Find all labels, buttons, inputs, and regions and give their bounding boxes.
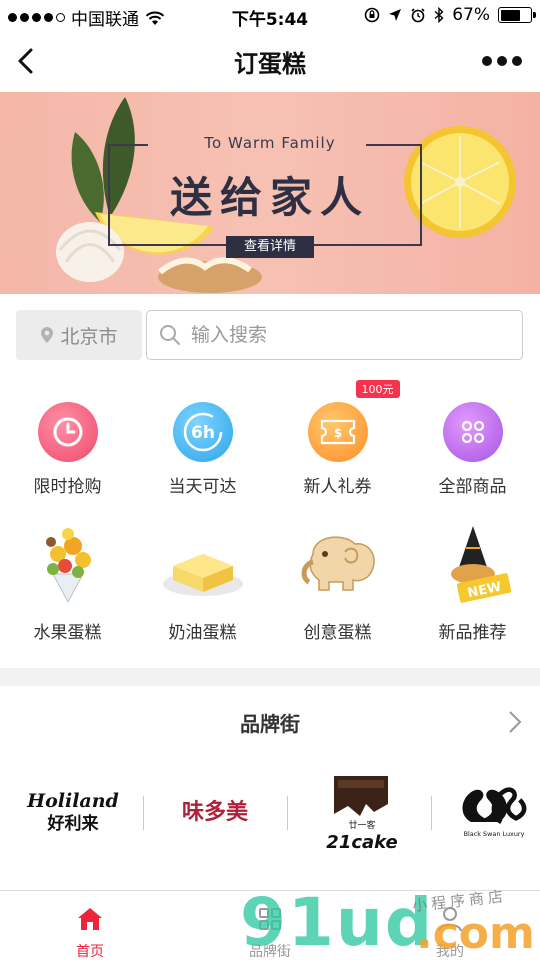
svg-text:味多美: 味多美 xyxy=(182,799,249,825)
clock-icon xyxy=(37,402,98,462)
divider xyxy=(287,796,288,830)
brand-logo-weiduomei[interactable]: 味多美 xyxy=(160,770,270,850)
coupon-badge: 100元 xyxy=(355,380,400,398)
coupon-icon: 100元 $ xyxy=(307,380,400,462)
tab-label: 首页 xyxy=(76,944,104,960)
category-flash-sale[interactable]: 限时抢购 xyxy=(0,402,135,497)
svg-text:Holiland: Holiland xyxy=(26,790,119,812)
fruit-bouquet-icon xyxy=(45,528,91,604)
brand-logo-21cake[interactable]: 廿一客 21cake xyxy=(302,766,422,856)
brand-logo-black-swan[interactable]: Black Swan Luxury xyxy=(448,770,540,850)
category-fruit-cake[interactable]: 水果蛋糕 xyxy=(0,524,135,643)
tab-mine[interactable]: 我的 xyxy=(360,891,540,960)
svg-text:21cake: 21cake xyxy=(326,832,397,853)
divider xyxy=(431,796,432,830)
brand-street-section: 品牌街 Holiland 好利来 味多美 廿一客 21cake Black Swa… xyxy=(0,686,540,890)
category-same-day[interactable]: 6h 当天可达 xyxy=(135,402,270,497)
category-label: 新品推荐 xyxy=(438,623,507,643)
category-label: 创意蛋糕 xyxy=(303,623,372,643)
6h-icon: 6h xyxy=(172,402,233,462)
category-label: 奶油蛋糕 xyxy=(168,623,237,643)
tab-label: 品牌街 xyxy=(249,944,291,960)
grid-dots-icon xyxy=(442,402,503,462)
search-box[interactable] xyxy=(146,310,523,360)
user-icon xyxy=(438,907,462,932)
category-label: 当天可达 xyxy=(168,477,237,497)
chevron-right-icon[interactable] xyxy=(508,710,522,734)
banner-title: 送给家人 xyxy=(169,173,370,222)
frame-line xyxy=(314,244,422,246)
city-label: 北京市 xyxy=(60,325,118,348)
category-new-user-coupon[interactable]: 100元 $ 新人礼券 xyxy=(270,380,405,497)
status-right: 67% xyxy=(364,5,536,25)
tab-home[interactable]: 首页 xyxy=(0,891,180,960)
category-label: 限时抢购 xyxy=(33,477,102,497)
category-new-arrivals[interactable]: NEW 新品推荐 xyxy=(405,524,540,643)
status-bar: 中国联通 下午5:44 67% xyxy=(0,0,540,30)
category-label: 新人礼券 xyxy=(303,477,372,497)
rotation-lock-icon xyxy=(364,7,380,23)
svg-text:Black Swan Luxury: Black Swan Luxury xyxy=(464,830,525,838)
more-menu-icon[interactable] xyxy=(482,56,522,66)
search-input[interactable] xyxy=(191,324,491,346)
nav-bar: 订蛋糕 xyxy=(0,30,540,92)
brand-icon xyxy=(259,908,281,930)
cream-cake-icon xyxy=(162,554,243,596)
city-selector[interactable]: 北京市 xyxy=(16,310,142,360)
6h-text: 6h xyxy=(191,423,215,443)
bluetooth-icon xyxy=(434,7,444,23)
svg-text:廿一客: 廿一客 xyxy=(348,819,375,831)
home-icon xyxy=(78,908,102,930)
tab-brand-street[interactable]: 品牌街 xyxy=(180,891,360,960)
battery-percent: 67% xyxy=(452,5,490,25)
elephant-cookie-icon xyxy=(301,536,375,591)
new-cake-icon: NEW xyxy=(450,526,511,603)
category-cream-cake[interactable]: 奶油蛋糕 xyxy=(135,524,270,643)
frame-line xyxy=(108,244,228,246)
category-creative-cake[interactable]: 创意蛋糕 xyxy=(270,524,405,643)
svg-text:好利来: 好利来 xyxy=(47,813,100,834)
battery-icon xyxy=(498,7,536,23)
svg-text:$: $ xyxy=(333,426,341,440)
search-icon xyxy=(160,325,180,345)
banner-subtitle: To Warm Family xyxy=(204,134,336,152)
tab-label: 我的 xyxy=(436,944,464,960)
view-details-button[interactable]: 查看详情 xyxy=(226,236,314,258)
category-grid: 限时抢购 6h 当天可达 100元 $ 新人礼券 全部商品 水果蛋糕 奶油蛋糕 … xyxy=(0,372,540,668)
location-pin-icon xyxy=(41,327,54,343)
divider xyxy=(143,796,144,830)
category-label: 全部商品 xyxy=(438,477,507,497)
brand-street-title: 品牌街 xyxy=(240,712,300,736)
alarm-icon xyxy=(411,8,425,23)
location-arrow-icon xyxy=(389,9,402,21)
search-row: 北京市 xyxy=(0,294,540,372)
promo-banner[interactable]: To Warm Family 送给家人 查看详情 xyxy=(0,92,540,294)
brand-logo-holiland[interactable]: Holiland 好利来 xyxy=(18,770,128,850)
category-label: 水果蛋糕 xyxy=(33,623,102,643)
page-title: 订蛋糕 xyxy=(234,50,306,78)
category-all-products[interactable]: 全部商品 xyxy=(405,402,540,497)
tab-bar: 首页 品牌街 我的 xyxy=(0,890,540,960)
